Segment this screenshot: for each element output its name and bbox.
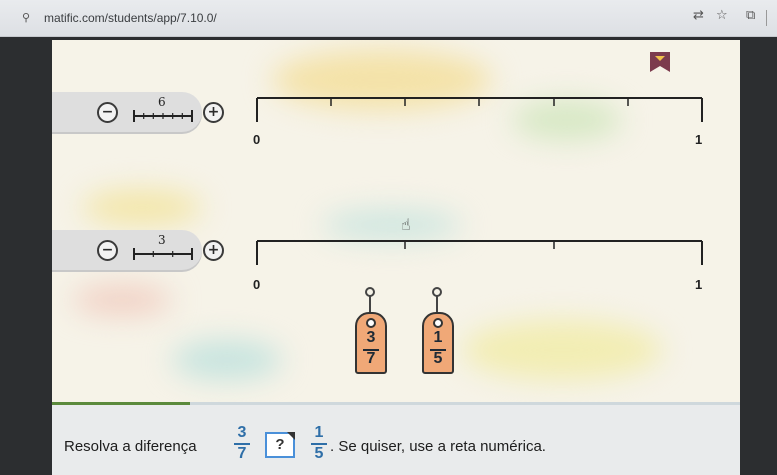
question-fraction-2: 1 5 bbox=[310, 424, 328, 464]
tag-denominator: 7 bbox=[366, 350, 376, 367]
divisions-control-2: − 3 + bbox=[52, 230, 224, 270]
hand-cursor-icon: ☝ bbox=[401, 215, 411, 234]
plus-button[interactable]: + bbox=[203, 102, 224, 123]
browser-toolbar: ⚲ matific.com/students/app/7.10.0/ ⇄ ☆ ⧉ bbox=[0, 0, 777, 37]
answer-operator-box[interactable]: ? bbox=[265, 432, 295, 458]
toolbar-divider bbox=[766, 10, 767, 26]
divisions-value: 6 bbox=[158, 95, 166, 109]
mini-ruler-2: 3 bbox=[132, 233, 194, 262]
fraction-tag-3-7[interactable]: 3 7 bbox=[355, 287, 387, 375]
minus-button[interactable]: − bbox=[97, 240, 118, 261]
tag-numerator: 1 bbox=[433, 329, 443, 346]
extensions-icon[interactable]: ⧉ bbox=[746, 8, 755, 23]
divisions-value: 3 bbox=[158, 233, 166, 247]
number-line-2 bbox=[256, 240, 703, 265]
address-bar[interactable]: matific.com/students/app/7.10.0/ bbox=[44, 11, 217, 25]
question-panel: Resolva a diferença 3 7 ? 1 5 . Se quise… bbox=[52, 402, 740, 475]
paint-splash bbox=[172, 340, 282, 380]
site-info-icon[interactable]: ⚲ bbox=[22, 11, 30, 24]
translate-icon[interactable]: ⇄ bbox=[693, 8, 704, 23]
tag-numerator: 3 bbox=[366, 329, 376, 346]
activity-stage: − 6 + 0 1 − 3 + 0 1 3 7 1 5 ☝ Resolva a … bbox=[52, 40, 740, 475]
fraction-tag-1-5[interactable]: 1 5 bbox=[422, 287, 454, 375]
question-fraction-1: 3 7 bbox=[233, 424, 251, 464]
number-line-1-end-label: 1 bbox=[695, 132, 703, 147]
divisions-control-1: − 6 + bbox=[52, 92, 224, 132]
minus-button[interactable]: − bbox=[97, 102, 118, 123]
question-suffix: . Se quiser, use a reta numérica. bbox=[330, 438, 546, 455]
progress-bar bbox=[52, 402, 740, 405]
question-prefix: Resolva a diferença bbox=[64, 438, 197, 455]
menu-bookmark-icon[interactable] bbox=[650, 52, 670, 72]
plus-button[interactable]: + bbox=[203, 240, 224, 261]
mini-ruler-1: 6 bbox=[132, 95, 194, 124]
paint-splash bbox=[72, 285, 172, 315]
paint-splash bbox=[82, 190, 202, 225]
number-line-1 bbox=[256, 97, 703, 122]
number-line-2-end-label: 1 bbox=[695, 277, 703, 292]
bookmark-star-icon[interactable]: ☆ bbox=[716, 8, 728, 23]
progress-fill bbox=[52, 402, 190, 405]
tag-denominator: 5 bbox=[433, 350, 443, 367]
number-line-1-start-label: 0 bbox=[253, 132, 261, 147]
number-line-2-start-label: 0 bbox=[253, 277, 261, 292]
paint-splash bbox=[462, 320, 662, 380]
